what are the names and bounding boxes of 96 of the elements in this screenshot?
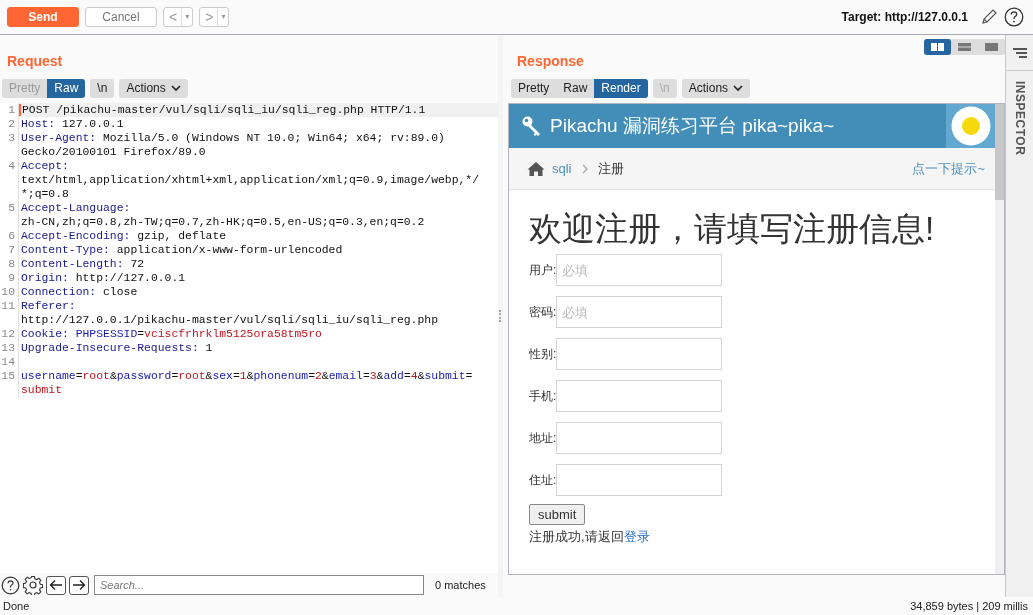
match-count: 0 matches [435, 579, 486, 591]
panel-title: Request [7, 53, 63, 69]
login-link[interactable]: 登录 [623, 529, 650, 544]
help-icon [1004, 7, 1024, 27]
hint-link[interactable]: 点一下提示~ [912, 159, 985, 178]
scrollbar-thumb[interactable] [995, 104, 1004, 200]
line-number: 12 [0, 327, 19, 341]
field-label: 住址: [529, 471, 557, 489]
code-line: Content-Type: application/x-www-form-urlencoded [21, 243, 343, 257]
view-tab[interactable]: Render [594, 78, 648, 98]
next-match-button[interactable] [69, 575, 89, 595]
back-menu-button[interactable]: ▾ [182, 8, 193, 26]
previous-match-button[interactable] [46, 575, 66, 595]
field-label: 用户: [529, 261, 557, 279]
code-line: username=root&password=root&sex=1&phonenum=2&email=3&add=4&submit= [21, 369, 473, 383]
line-number: 6 [0, 229, 19, 243]
code-line: Host: 127.0.0.1 [21, 117, 124, 131]
code-line: Gecko/20100101 Firefox/89.0 [21, 145, 206, 159]
avatar-icon [950, 106, 991, 146]
scrollbar[interactable] [995, 104, 1004, 574]
breadcrumb-current: 注册 [597, 159, 624, 178]
request-editor[interactable] [0, 103, 498, 573]
line-number: 5 [0, 201, 19, 215]
code-line: Content-Length: 72 [21, 257, 145, 271]
actions-button[interactable]: Actions [119, 78, 188, 98]
search-field[interactable]: Search... [94, 575, 424, 595]
single-layout-icon [985, 43, 998, 51]
field-label: 地址: [529, 429, 557, 447]
rows-layout-icon [958, 43, 971, 51]
page-heading: 欢迎注册，请填写注册信息! [529, 209, 936, 249]
forward-button[interactable]: > [200, 8, 219, 26]
view-tab[interactable]: Raw [47, 78, 86, 98]
code-line: zh-CN,zh;q=0.8,zh-TW;q=0.7,zh-HK;q=0.5,en-US;q=0.3,en;q=0.2 [21, 215, 425, 229]
line-number: 15 [0, 369, 19, 383]
chevron-down-icon [733, 84, 744, 92]
code-line: User-Agent: Mozilla/5.0 (Windows NT 10.0; Win64; x64; rv:89.0) [21, 131, 445, 145]
line-number: 10 [0, 285, 19, 299]
pencil-icon [980, 8, 998, 26]
code-line: Origin: http://127.0.0.1 [21, 271, 186, 285]
breadcrumb-link[interactable]: sqli [552, 161, 572, 176]
line-number: 14 [0, 355, 19, 369]
code-line: Referer: [21, 299, 76, 313]
input-field[interactable]: 必填 [556, 296, 723, 328]
menu-icon [1011, 46, 1028, 59]
chevron-down-icon [170, 84, 181, 92]
line-number: 8 [0, 257, 19, 271]
input-field[interactable]: 必填 [556, 254, 723, 286]
line-number: 4 [0, 159, 19, 173]
field-label: 手机: [529, 387, 557, 405]
settings-icon [23, 575, 43, 595]
code-line: submit [21, 383, 62, 397]
columns-layout-icon [931, 43, 944, 51]
panel-title: Response [516, 53, 584, 69]
line-number: 11 [0, 299, 19, 313]
code-line: Upgrade-Insecure-Requests: 1 [21, 341, 213, 355]
line-number: 2 [0, 117, 19, 131]
home-icon [527, 160, 545, 177]
field-label: 密码: [529, 303, 557, 321]
splitter-handle[interactable] [498, 310, 503, 322]
code-line: http://127.0.0.1/pikachu-master/vul/sqli/sqli_iu/sqli_reg.php [21, 313, 438, 327]
code-line: POST /pikachu-master/vul/sqli/sqli_iu/sqli_reg.php HTTP/1.1 [22, 103, 426, 117]
status-text: Done [3, 600, 31, 612]
inspector-label[interactable]: INSPECTOR [1012, 81, 1027, 156]
line-number: 3 [0, 131, 19, 145]
code-line: Accept: [21, 159, 69, 173]
input-field[interactable] [556, 422, 723, 454]
code-line: Cookie: PHPSESSID=vciscfrhrklm5125ora58tm5ro [21, 327, 322, 341]
code-line: text/html,application/xhtml+xml,application/xml;q=0.9,image/webp,*/ [21, 173, 479, 187]
field-label: 性别: [529, 345, 557, 363]
line-number: 7 [0, 243, 19, 257]
actions-button[interactable]: Actions [681, 78, 751, 98]
back-button[interactable]: < [164, 8, 183, 26]
line-number: 9 [0, 271, 19, 285]
layout-toggle[interactable] [924, 39, 951, 55]
response-stats: 34,859 bytes | 209 millis [910, 600, 1028, 612]
success-message: 注册成功,请返回登录 [529, 528, 651, 546]
chevron-right-icon [580, 163, 589, 174]
send-button[interactable]: Send [7, 7, 79, 27]
arrow-right-icon [72, 579, 86, 591]
input-field[interactable] [556, 338, 723, 370]
arrow-left-icon [49, 579, 63, 591]
code-line: Accept-Language: [21, 201, 131, 215]
input-field[interactable] [556, 464, 723, 496]
input-field[interactable] [556, 380, 723, 412]
text-cursor [19, 104, 21, 116]
line-number: 13 [0, 341, 19, 355]
help-icon [1, 575, 20, 595]
code-line: *;q=0.8 [21, 187, 69, 201]
submit-button[interactable]: submit [529, 504, 586, 525]
cancel-button[interactable]: Cancel [85, 7, 157, 27]
code-line: Accept-Encoding: gzip, deflate [21, 229, 227, 243]
newline-toggle[interactable]: \n [90, 78, 115, 98]
target-label: Target: http://127.0.0.1 [841, 10, 968, 24]
code-line: Connection: close [21, 285, 138, 299]
key-icon [521, 115, 543, 137]
site-title: Pikachu 漏洞练习平台 pika~pika~ [550, 114, 835, 138]
